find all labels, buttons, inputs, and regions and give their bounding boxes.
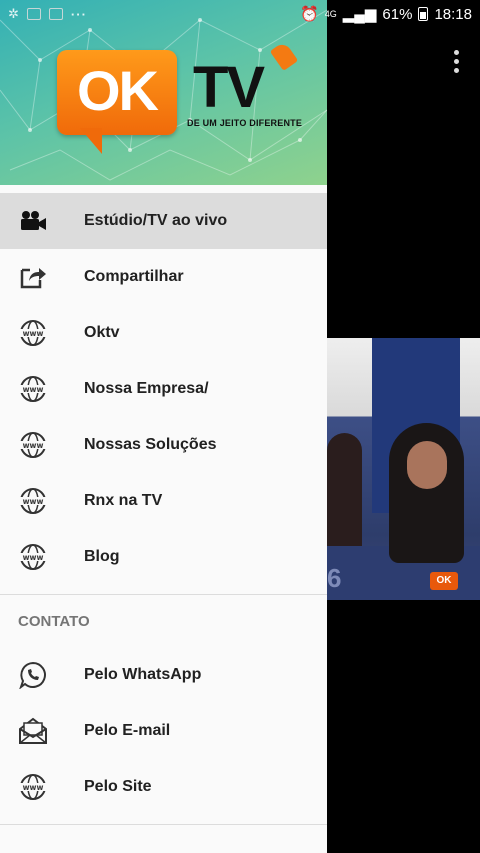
video-area: 6 OK bbox=[327, 0, 480, 853]
menu-item-blog[interactable]: www Blog bbox=[0, 529, 327, 585]
menu-item-whatsapp[interactable]: Pelo WhatsApp bbox=[0, 647, 327, 703]
svg-text:www: www bbox=[23, 783, 44, 792]
main-menu: Estúdio/TV ao vivo Compartilhar www Oktv… bbox=[0, 185, 327, 585]
gallery-icon bbox=[48, 8, 63, 20]
video-camera-icon bbox=[18, 206, 48, 236]
more-notifications-icon: ··· bbox=[70, 6, 87, 22]
menu-item-nossas-solucoes[interactable]: www Nossas Soluções bbox=[0, 417, 327, 473]
notification-icons: ✲ ··· bbox=[8, 6, 87, 22]
menu-item-label: Compartilhar bbox=[84, 268, 184, 285]
menu-item-rnx-na-tv[interactable]: www Rnx na TV bbox=[0, 473, 327, 529]
signal-icon: ▂▄▆ bbox=[342, 6, 377, 23]
battery-percent: 61% bbox=[382, 5, 413, 23]
menu-item-estudio[interactable]: Estúdio/TV ao vivo bbox=[0, 193, 327, 249]
video-number: 6 bbox=[327, 563, 342, 593]
menu-item-email[interactable]: Pelo E-mail bbox=[0, 703, 327, 759]
system-icons: ⏰ 4G ▂▄▆ 61% 18:18 bbox=[300, 5, 472, 24]
menu-item-label: Pelo Site bbox=[84, 778, 152, 795]
menu-item-label: Estúdio/TV ao vivo bbox=[84, 212, 228, 229]
share-icon bbox=[18, 262, 48, 292]
network-type: 4G bbox=[324, 9, 337, 19]
menu-item-nossa-empresa[interactable]: www Nossa Empresa/ bbox=[0, 361, 327, 417]
www-globe-icon: www bbox=[18, 486, 48, 516]
video-person bbox=[389, 423, 464, 563]
menu-item-label: Nossas Soluções bbox=[84, 436, 217, 453]
www-globe-icon: www bbox=[18, 318, 48, 348]
whatsapp-icon bbox=[18, 660, 48, 690]
svg-text:www: www bbox=[23, 329, 44, 338]
battery-icon bbox=[418, 7, 429, 21]
www-globe-icon: www bbox=[18, 772, 48, 802]
video-person bbox=[327, 433, 362, 563]
svg-text:www: www bbox=[23, 497, 44, 506]
svg-text:www: www bbox=[23, 441, 44, 450]
logo-tagline: DE UM JEITO DIFERENTE bbox=[187, 118, 303, 128]
email-icon bbox=[18, 716, 48, 746]
menu-item-label: Pelo E-mail bbox=[84, 722, 171, 739]
alarm-icon: ⏰ bbox=[300, 6, 319, 23]
www-globe-icon: www bbox=[18, 542, 48, 572]
www-globe-icon: www bbox=[18, 374, 48, 404]
logo-ok-text: OK bbox=[77, 59, 159, 122]
logo-tv-text: TV bbox=[193, 55, 265, 120]
svg-text:www: www bbox=[23, 553, 44, 562]
menu-item-site[interactable]: www Pelo Site bbox=[0, 759, 327, 815]
section-title-contato: CONTATO bbox=[18, 612, 90, 630]
contact-menu: Pelo WhatsApp Pelo E-mail www Pelo Site bbox=[0, 647, 327, 815]
svg-text:www: www bbox=[23, 385, 44, 394]
menu-item-label: Blog bbox=[84, 548, 120, 565]
oktv-logo: OK bbox=[57, 50, 177, 135]
overflow-menu-icon[interactable] bbox=[454, 50, 460, 73]
video-player[interactable]: 6 OK bbox=[327, 338, 480, 600]
channel-bug-logo: OK bbox=[430, 572, 458, 590]
clock: 18:18 bbox=[434, 5, 472, 23]
status-bar: ✲ ··· ⏰ 4G ▂▄▆ 61% 18:18 bbox=[0, 0, 480, 28]
menu-item-label: Nossa Empresa/ bbox=[84, 380, 209, 397]
laptop-icon bbox=[26, 8, 41, 20]
menu-item-label: Oktv bbox=[84, 324, 120, 341]
notification-icon: ✲ bbox=[8, 6, 19, 21]
menu-item-compartilhar[interactable]: Compartilhar bbox=[0, 249, 327, 305]
menu-item-oktv[interactable]: www Oktv bbox=[0, 305, 327, 361]
logo-speech-tail bbox=[80, 128, 102, 154]
menu-item-label: Rnx na TV bbox=[84, 492, 163, 509]
menu-item-label: Pelo WhatsApp bbox=[84, 666, 202, 683]
navigation-drawer: OK TV DE UM JEITO DIFERENTE Estúdio/TV a… bbox=[0, 0, 327, 853]
divider bbox=[0, 824, 327, 825]
www-globe-icon: www bbox=[18, 430, 48, 460]
